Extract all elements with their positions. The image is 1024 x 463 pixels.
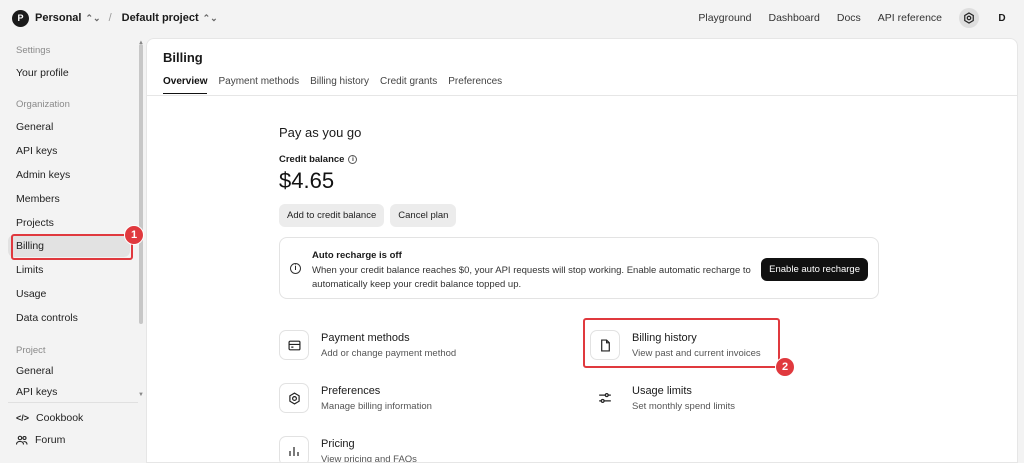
nav-playground[interactable]: Playground (698, 12, 751, 24)
sidebar-item-limits[interactable]: Limits (8, 259, 130, 281)
project-switcher[interactable]: Default project ⌃⌄ (122, 12, 218, 24)
nav-docs[interactable]: Docs (837, 12, 861, 24)
sidebar-scrollbar[interactable] (139, 44, 143, 324)
project-name: Default project (121, 12, 199, 24)
card-title: Pricing (321, 438, 355, 450)
sidebar-item-api-keys[interactable]: API keys (8, 140, 130, 162)
sidebar-section-project: Project (16, 345, 46, 356)
people-icon (16, 435, 28, 445)
tab-payment-methods[interactable]: Payment methods (218, 76, 299, 94)
sidebar-item-general[interactable]: General (8, 116, 130, 138)
card-usage-limits[interactable]: Usage limits Set monthly spend limits (590, 383, 735, 413)
gear-icon (964, 12, 974, 24)
add-to-credit-balance-button[interactable]: Add to credit balance (279, 204, 385, 227)
card-title: Payment methods (321, 332, 410, 344)
balance-actions: Add to credit balance Cancel plan (279, 204, 879, 227)
card-payment-methods[interactable]: Payment methods Add or change payment me… (279, 330, 456, 360)
overview-content: Pay as you go Credit balance i $4.65 Add… (279, 125, 879, 299)
tab-overview[interactable]: Overview (163, 76, 208, 94)
sidebar-footer: </> Cookbook Forum (8, 402, 138, 451)
main-panel: Billing Overview Payment methods Billing… (146, 38, 1018, 463)
card-title: Usage limits (632, 385, 692, 397)
page-title: Billing (163, 50, 203, 65)
tabs-divider (147, 95, 1017, 96)
tab-preferences[interactable]: Preferences (448, 76, 502, 94)
notice-description: When your credit balance reaches $0, you… (312, 265, 751, 290)
org-switcher[interactable]: Personal ⌃⌄ (35, 12, 101, 24)
card-description: View pricing and FAQs (321, 454, 417, 463)
org-name: Personal (35, 12, 82, 24)
sidebar-item-your-profile[interactable]: Your profile (8, 62, 130, 84)
card-description: Add or change payment method (321, 348, 457, 359)
forum-label: Forum (35, 434, 66, 446)
top-bar: P Personal ⌃⌄ / Default project ⌃⌄ Playg… (0, 0, 1024, 36)
cancel-plan-button[interactable]: Cancel plan (390, 204, 457, 227)
scroll-down-icon[interactable]: ▼ (138, 392, 144, 398)
sidebar-section-settings: Settings (16, 45, 51, 56)
highlight-billing (11, 234, 133, 260)
notice-title: Auto recharge is off (312, 250, 402, 261)
tab-billing-history[interactable]: Billing history (310, 76, 369, 94)
sidebar-item-project-general[interactable]: General (8, 360, 130, 382)
enable-auto-recharge-button[interactable]: Enable auto recharge (761, 258, 868, 281)
credit-balance-value: $4.65 (279, 168, 335, 193)
info-icon: i (290, 263, 301, 274)
cookbook-label: Cookbook (36, 412, 84, 424)
chevron-updown-icon: ⌃⌄ (85, 12, 101, 23)
step-badge-2: 2 (775, 357, 795, 377)
scroll-up-icon[interactable]: ▲ (138, 40, 144, 46)
tab-credit-grants[interactable]: Credit grants (380, 76, 437, 94)
highlight-billing-history (583, 318, 780, 368)
bar-chart-icon (279, 436, 309, 462)
nav-api-reference[interactable]: API reference (878, 12, 942, 24)
card-description: Manage billing information (321, 401, 432, 412)
card-preferences[interactable]: Preferences Manage billing information (279, 383, 432, 413)
card-pricing[interactable]: Pricing View pricing and FAQs (279, 436, 417, 463)
sidebar-item-projects[interactable]: Projects (8, 212, 130, 234)
breadcrumb-separator: / (108, 12, 112, 24)
card-title: Preferences (321, 385, 381, 397)
top-nav: Playground Dashboard Docs API reference … (698, 8, 1012, 28)
org-avatar[interactable]: P (12, 9, 29, 27)
nav-dashboard[interactable]: Dashboard (768, 12, 819, 24)
sidebar-item-usage[interactable]: Usage (8, 283, 130, 305)
sidebar-item-forum[interactable]: Forum (8, 429, 130, 451)
code-icon: </> (16, 413, 30, 423)
sidebar-item-data-controls[interactable]: Data controls (8, 307, 130, 329)
info-icon[interactable]: i (348, 155, 358, 164)
step-badge-1: 1 (124, 225, 144, 245)
gear-icon (279, 383, 309, 413)
sidebar-item-cookbook[interactable]: </> Cookbook (8, 407, 130, 429)
sidebar-item-project-api-keys[interactable]: API keys (8, 384, 130, 400)
sidebar-section-organization: Organization (16, 99, 70, 110)
billing-tabs: Overview Payment methods Billing history… (163, 76, 502, 94)
credit-balance-label: Credit balance i (279, 154, 879, 165)
credit-card-icon (279, 330, 309, 360)
chevron-updown-icon: ⌃⌄ (202, 12, 218, 23)
user-avatar[interactable]: D (992, 8, 1012, 28)
sidebar-item-admin-keys[interactable]: Admin keys (8, 164, 130, 186)
sidebar-item-members[interactable]: Members (8, 188, 130, 210)
settings-button[interactable] (959, 8, 979, 28)
credit-balance-text: Credit balance (279, 154, 345, 165)
auto-recharge-notice: i Auto recharge is off When your credit … (279, 237, 879, 299)
sliders-icon (590, 383, 620, 413)
plan-title: Pay as you go (279, 125, 362, 140)
card-description: Set monthly spend limits (632, 401, 735, 412)
